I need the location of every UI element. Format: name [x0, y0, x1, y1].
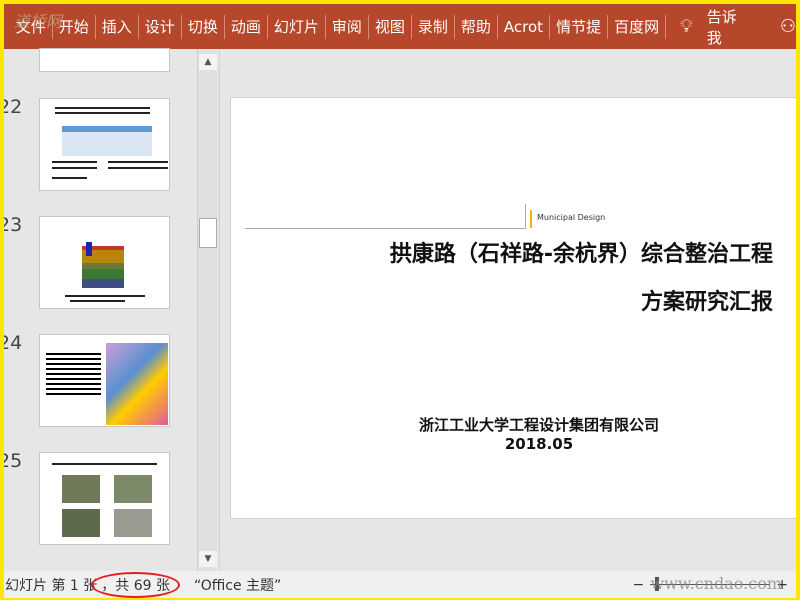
- slide-canvas[interactable]: Municipal Design 拱康路（石祥路-余杭界）综合整治工程 方案研究…: [230, 97, 796, 519]
- lightbulb-icon[interactable]: 💡︎: [680, 16, 693, 37]
- slide-thumbnail-partial[interactable]: [39, 48, 170, 72]
- slide-title: 拱康路（石祥路-余杭界）综合整治工程: [389, 242, 773, 267]
- tab-animations[interactable]: 动画: [225, 14, 268, 39]
- tab-record[interactable]: 录制: [412, 14, 455, 39]
- slide-thumbnail-22[interactable]: [39, 98, 170, 191]
- watermark-url: www.cndao.com: [650, 574, 782, 593]
- slide-number: 22: [4, 96, 23, 118]
- slide-subtitle: 方案研究汇报: [640, 290, 773, 315]
- theme-name: “Office 主题”: [193, 577, 282, 594]
- tab-storyboard[interactable]: 情节提: [550, 14, 609, 39]
- thumbnail-scrollbar[interactable]: ▲ ▼: [197, 49, 217, 571]
- slide-thumbnail-panel: 22 23 24 25: [4, 48, 220, 571]
- powerpoint-window: 道桥网 文件 开始 插入 设计 切换 动画 幻灯片 审阅 视图 录制 帮助 Ac…: [4, 4, 796, 598]
- slide-thumbnail-24[interactable]: [39, 334, 170, 427]
- slide-thumbnail-25[interactable]: [39, 452, 170, 545]
- divider-line: [525, 204, 526, 229]
- tab-review[interactable]: 审阅: [326, 14, 369, 39]
- accent-bar: [530, 210, 532, 228]
- tab-design[interactable]: 设计: [139, 14, 182, 39]
- tab-baidu[interactable]: 百度网: [608, 14, 667, 39]
- slide-total: ，共 69 张: [91, 571, 180, 598]
- scroll-up-button[interactable]: ▲: [199, 54, 217, 70]
- slide-tag: Municipal Design: [537, 213, 606, 222]
- tab-transitions[interactable]: 切换: [182, 14, 225, 39]
- slide-position: 幻灯片 第 1 张: [5, 577, 98, 594]
- zoom-out-button[interactable]: −: [633, 577, 645, 593]
- slide-thumbnail-23[interactable]: [39, 216, 170, 309]
- tab-slideshow[interactable]: 幻灯片: [268, 14, 326, 39]
- divider-line: [245, 228, 525, 229]
- status-bar: 幻灯片 第 1 张 ，共 69 张 “Office 主题” − + www.cn…: [4, 571, 796, 598]
- scrollbar-thumb[interactable]: [199, 218, 217, 248]
- tab-view[interactable]: 视图: [369, 14, 412, 39]
- scroll-down-button[interactable]: ▼: [199, 551, 217, 567]
- tab-help[interactable]: 帮助: [455, 14, 498, 39]
- slide-number: 24: [4, 332, 23, 354]
- tab-acrobat[interactable]: Acrot: [498, 14, 551, 39]
- ribbon-tabs: 道桥网 文件 开始 插入 设计 切换 动画 幻灯片 审阅 视图 录制 帮助 Ac…: [4, 4, 796, 49]
- share-user-icon[interactable]: ⚇: [780, 16, 796, 37]
- company-name: 浙江工业大学工程设计集团有限公司: [418, 416, 659, 434]
- tab-insert[interactable]: 插入: [96, 14, 139, 39]
- tell-me-button[interactable]: 告诉我: [707, 6, 750, 48]
- slide-number: 23: [4, 214, 23, 236]
- watermark-logo: 道桥网: [14, 12, 63, 31]
- slide-number: 25: [4, 450, 23, 472]
- report-date: 2018.05: [504, 435, 574, 453]
